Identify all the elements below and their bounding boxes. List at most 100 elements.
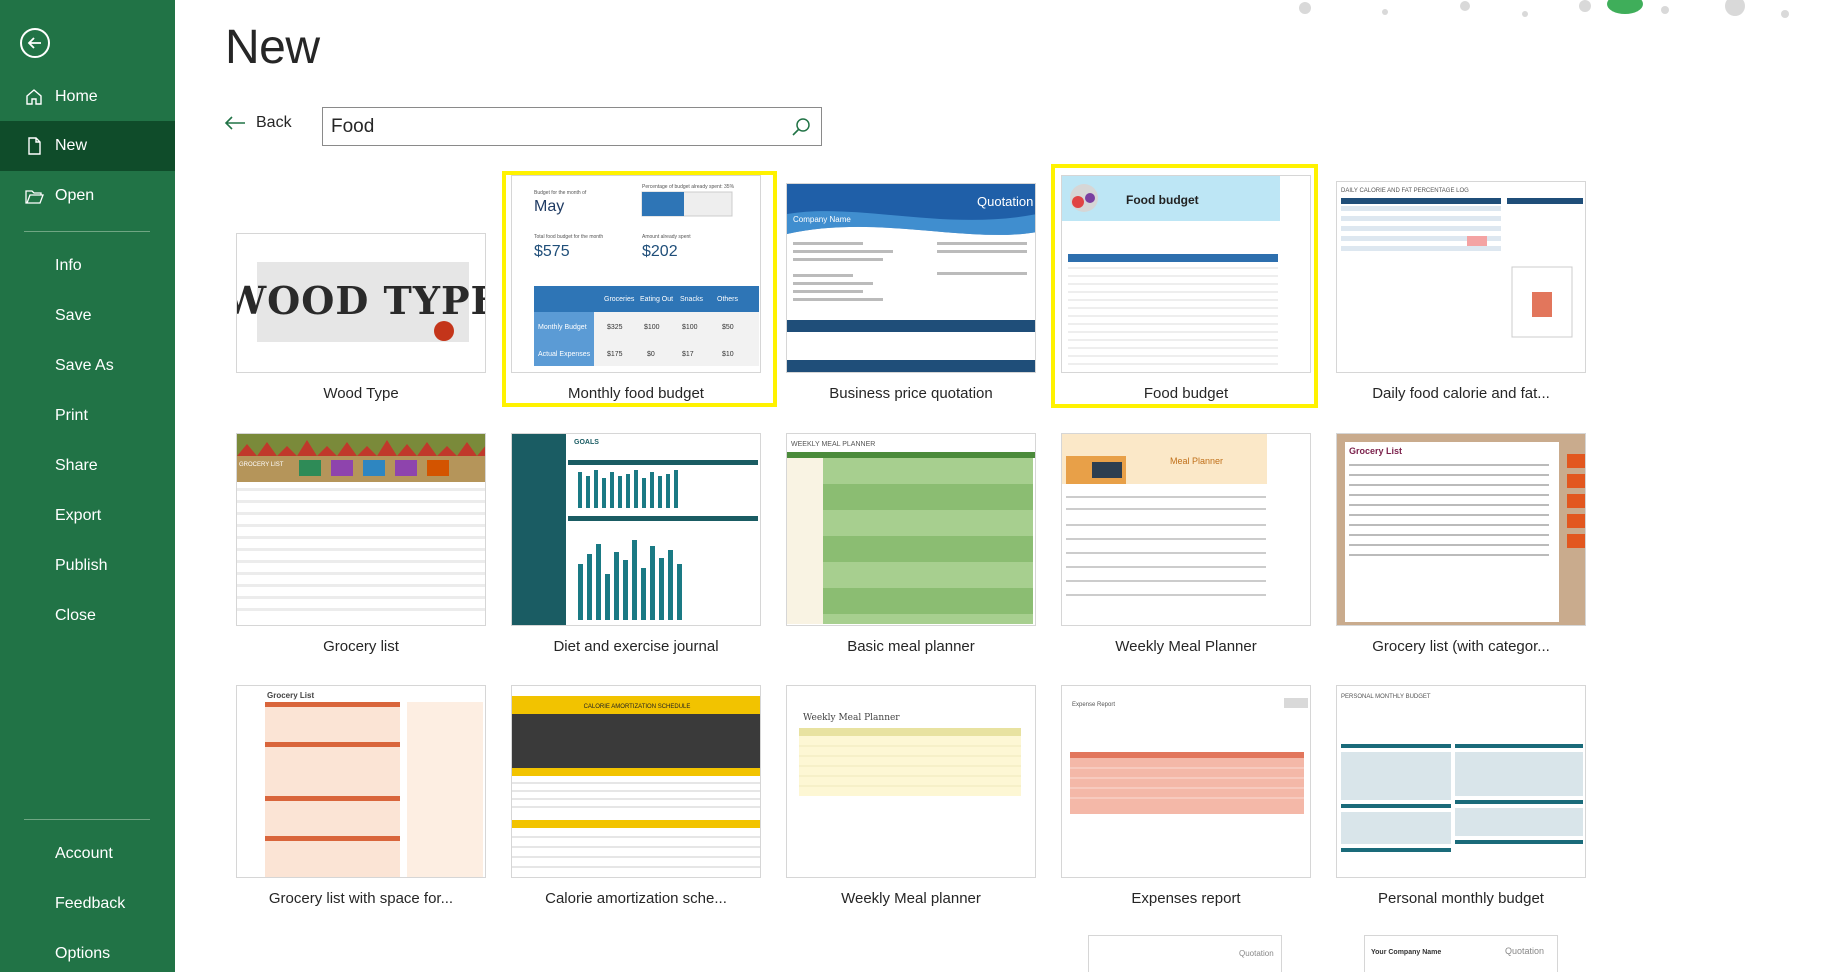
home-icon <box>26 89 42 105</box>
template-thumbnail: WEEKLY MEAL PLANNER <box>786 433 1036 626</box>
monthly-food-budget-preview: Budget for the month of May Percentage o… <box>534 184 759 366</box>
sidebar-item-label: Open <box>55 187 95 204</box>
sidebar-item-label: Save As <box>55 357 114 374</box>
svg-text:Budget for the month of: Budget for the month of <box>534 190 587 196</box>
food-budget-preview: Food budget <box>1062 176 1280 365</box>
grocery-categories-preview: Grocery List <box>1337 434 1585 625</box>
sidebar-item-new[interactable]: New <box>0 121 175 171</box>
sidebar-item-open[interactable]: Open <box>0 171 175 221</box>
template-label: Basic meal planner <box>847 638 975 655</box>
sidebar-item-label: Publish <box>55 557 108 574</box>
back-link-label: Back <box>256 114 292 131</box>
svg-text:Grocery List: Grocery List <box>267 691 314 700</box>
svg-text:Expense Report: Expense Report <box>1072 702 1115 708</box>
decorative-header-art <box>1299 0 1789 18</box>
calorie-log-preview: DAILY CALORIE AND FAT PERCENTAGE LOG <box>1341 188 1583 338</box>
template-thumbnail: Weekly Meal Planner <box>786 685 1036 878</box>
template-label: Wood Type <box>323 385 399 402</box>
svg-text:$10: $10 <box>722 351 734 358</box>
svg-text:Actual Expenses: Actual Expenses <box>538 351 591 358</box>
template-label: Expenses report <box>1131 890 1241 907</box>
svg-text:PERSONAL MONTHLY BUDGET: PERSONAL MONTHLY BUDGET <box>1341 694 1431 700</box>
sidebar-item-publish[interactable]: Publish <box>0 541 175 591</box>
back-arrow-button[interactable] <box>20 28 50 58</box>
template-label: Daily food calorie and fat... <box>1372 385 1550 402</box>
sidebar-item-feedback[interactable]: Feedback <box>0 879 175 929</box>
template-label: Grocery list <box>323 638 399 655</box>
svg-text:Quotation: Quotation <box>1505 946 1544 956</box>
svg-text:May: May <box>534 198 564 215</box>
sidebar-item-print[interactable]: Print <box>0 391 175 441</box>
expenses-report-preview: Expense Report <box>1070 698 1308 814</box>
svg-text:Percentage of budget already s: Percentage of budget already spent: 35% <box>642 184 735 190</box>
template-label: Weekly Meal Planner <box>1115 638 1257 655</box>
back-link[interactable]: Back <box>224 114 292 132</box>
svg-text:Food budget: Food budget <box>1126 193 1199 207</box>
business-quotation-preview: Quotation Company Name <box>787 184 1035 372</box>
svg-text:Meal Planner: Meal Planner <box>1170 456 1223 466</box>
sidebar-item-save-as[interactable]: Save As <box>0 341 175 391</box>
svg-text:$325: $325 <box>607 324 623 331</box>
sidebar-item-export[interactable]: Export <box>0 491 175 541</box>
sidebar-item-close[interactable]: Close <box>0 591 175 641</box>
sidebar-item-label: Account <box>55 845 113 862</box>
template-label: Business price quotation <box>829 385 993 402</box>
sidebar-item-label: Home <box>55 88 98 105</box>
calorie-amortization-preview: CALORIE AMORTIZATION SCHEDULE <box>512 696 760 868</box>
template-thumbnail: Quotation <box>1088 935 1282 972</box>
template-thumbnail: Quotation Company Name <box>786 183 1036 373</box>
arrow-left-icon <box>224 116 245 130</box>
svg-text:$100: $100 <box>682 324 698 331</box>
svg-text:Groceries: Groceries <box>604 296 635 303</box>
svg-text:Your Company Name: Your Company Name <box>1371 949 1441 956</box>
sidebar-divider <box>24 819 150 820</box>
wood-type-preview: WOOD TYPE <box>237 262 486 342</box>
search-icon[interactable] <box>791 117 811 137</box>
wood-type-text: WOOD TYPE <box>237 278 486 323</box>
weekly-meal-planner-preview: Meal Planner <box>1062 434 1267 596</box>
page-title: New <box>225 21 320 74</box>
basic-meal-planner-preview: WEEKLY MEAL PLANNER <box>787 441 1035 624</box>
sidebar-item-options[interactable]: Options <box>0 929 175 972</box>
sidebar-item-save[interactable]: Save <box>0 291 175 341</box>
template-thumbnail: GOALS <box>511 433 761 626</box>
diet-journal-preview: GOALS <box>512 434 758 625</box>
sidebar-item-info[interactable]: Info <box>0 241 175 291</box>
template-thumbnail: Expense Report <box>1061 685 1311 878</box>
sidebar-item-label: Close <box>55 607 96 624</box>
template-thumbnail: DAILY CALORIE AND FAT PERCENTAGE LOG <box>1336 181 1586 373</box>
svg-text:$100: $100 <box>644 324 660 331</box>
svg-text:Company Name: Company Name <box>793 215 851 224</box>
sidebar-item-label: Feedback <box>55 895 126 912</box>
svg-text:Weekly Meal Planner: Weekly Meal Planner <box>803 713 900 723</box>
grocery-list-preview: GROCERY LIST <box>237 434 485 611</box>
template-thumbnail: Grocery List <box>236 685 486 878</box>
svg-text:Amount already spent: Amount already spent <box>642 234 691 240</box>
template-search-box[interactable] <box>322 107 822 146</box>
sidebar-item-label: Info <box>55 257 82 274</box>
svg-text:$17: $17 <box>682 351 694 358</box>
template-label: Monthly food budget <box>568 385 704 402</box>
template-label: Calorie amortization sche... <box>545 890 727 907</box>
svg-text:$0: $0 <box>647 351 655 358</box>
svg-text:Quotation: Quotation <box>977 194 1033 209</box>
sidebar-item-label: Export <box>55 507 102 524</box>
svg-text:$202: $202 <box>642 243 678 260</box>
template-thumbnail: Budget for the month of May Percentage o… <box>511 175 761 373</box>
template-thumbnail: Meal Planner <box>1061 433 1311 626</box>
quotation-preview: Quotation <box>1239 949 1274 958</box>
template-thumbnail: Food budget <box>1061 175 1311 373</box>
grocery-space-preview: Grocery List <box>265 691 483 877</box>
sidebar-item-share[interactable]: Share <box>0 441 175 491</box>
sidebar-item-account[interactable]: Account <box>0 829 175 879</box>
svg-text:$50: $50 <box>722 324 734 331</box>
svg-text:Grocery List: Grocery List <box>1349 446 1402 456</box>
svg-text:Others: Others <box>717 296 739 303</box>
template-label: Grocery list with space for... <box>268 890 454 907</box>
template-thumbnail: Grocery List <box>1336 433 1586 626</box>
svg-text:WEEKLY MEAL PLANNER: WEEKLY MEAL PLANNER <box>791 441 875 448</box>
new-document-icon <box>28 137 41 155</box>
svg-text:Monthly Budget: Monthly Budget <box>538 324 587 331</box>
sidebar-item-home[interactable]: Home <box>0 72 175 122</box>
search-input[interactable] <box>331 114 771 140</box>
